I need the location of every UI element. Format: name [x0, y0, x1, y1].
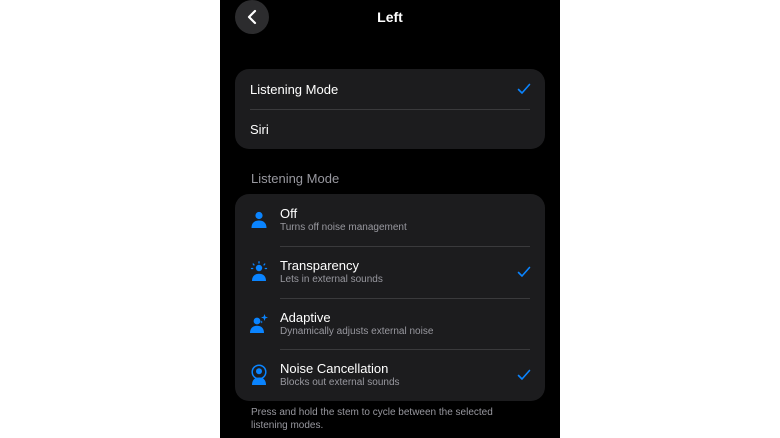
- footer-note: Press and hold the stem to cycle between…: [251, 407, 493, 431]
- option-listening-mode[interactable]: Listening Mode: [235, 69, 545, 109]
- option-label: Siri: [250, 121, 269, 137]
- person-transparency-icon: [250, 260, 268, 281]
- mode-row-off[interactable]: Off Turns off noise management: [235, 194, 545, 246]
- checkmark-icon: [517, 83, 531, 94]
- mode-title: Adaptive: [280, 309, 331, 325]
- person-adaptive-icon: [250, 313, 268, 333]
- section-header: Listening Mode: [251, 171, 340, 186]
- mode-row-adaptive[interactable]: Adaptive Dynamically adjusts external no…: [235, 297, 545, 350]
- person-off-icon: [251, 211, 267, 228]
- mode-row-noise-cancellation[interactable]: Noise Cancellation Blocks out external s…: [235, 349, 545, 401]
- mode-row-transparency[interactable]: Transparency Lets in external sounds: [235, 245, 545, 298]
- listening-mode-card: Off Turns off noise management Transpare…: [235, 194, 545, 401]
- mode-subtitle: Dynamically adjusts external noise: [280, 325, 434, 337]
- mode-title: Noise Cancellation: [280, 361, 389, 377]
- checkmark-icon: [517, 266, 531, 277]
- person-noise-cancellation-icon: [251, 364, 267, 386]
- mode-subtitle: Turns off noise management: [280, 222, 407, 233]
- mode-title: Off: [280, 206, 298, 221]
- settings-screen: Left Listening Mode Siri Listening Mode …: [220, 0, 560, 438]
- checkmark-icon: [517, 369, 531, 380]
- mode-title: Transparency: [280, 257, 359, 273]
- mode-subtitle: Lets in external sounds: [280, 273, 383, 285]
- press-hold-options-card: Listening Mode Siri: [235, 69, 545, 149]
- option-label: Listening Mode: [250, 81, 339, 97]
- page-title: Left: [377, 9, 403, 25]
- mode-subtitle: Blocks out external sounds: [280, 377, 400, 389]
- option-siri[interactable]: Siri: [235, 109, 545, 149]
